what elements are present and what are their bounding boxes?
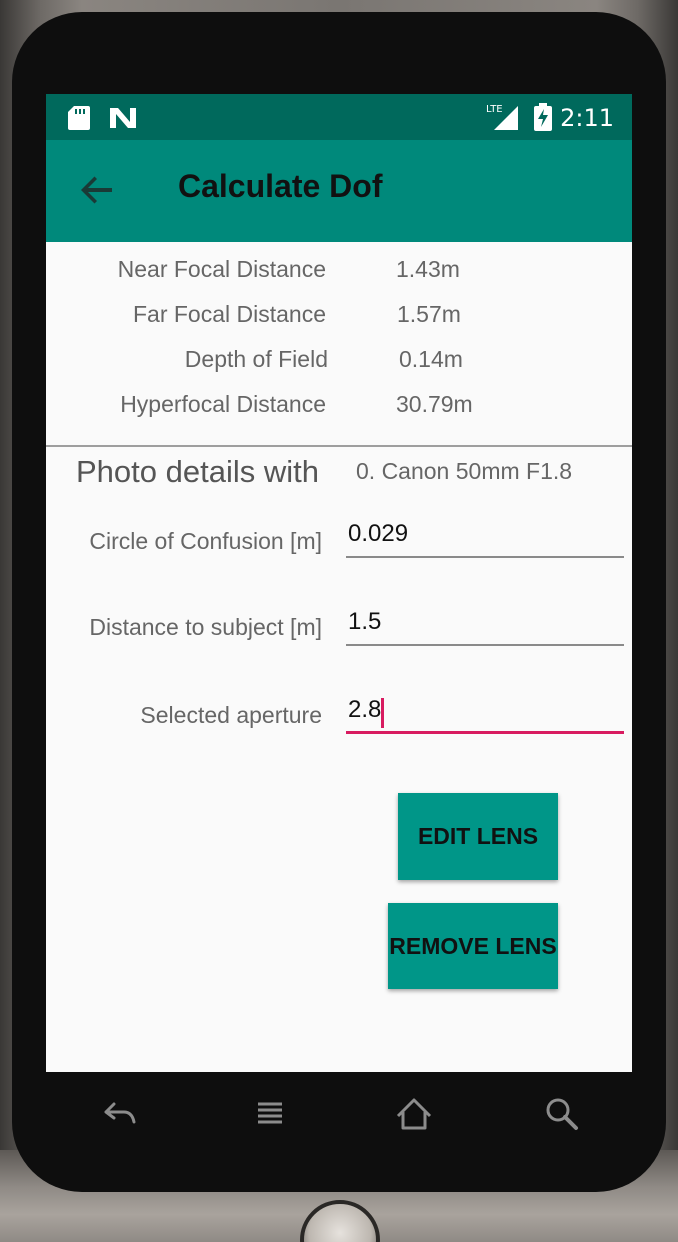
distance-input[interactable] <box>346 606 624 646</box>
search-icon[interactable] <box>540 1092 584 1136</box>
lte-signal-icon: LTE <box>486 102 522 137</box>
text-cursor <box>381 698 384 728</box>
status-time: 2:11 <box>560 104 614 132</box>
far-focal-value: 1.57m <box>397 301 461 327</box>
app-bar: Calculate Dof <box>46 140 632 242</box>
depth-of-field-label: Depth of Field <box>184 346 328 372</box>
battery-charging-icon <box>534 103 552 136</box>
page-title: Calculate Dof <box>178 168 383 204</box>
remove-lens-button[interactable]: REMOVE LENS <box>388 903 558 989</box>
section-divider <box>46 445 632 447</box>
coc-label: Circle of Confusion [m] <box>89 528 322 554</box>
near-focal-value: 1.43m <box>396 256 460 282</box>
depth-of-field-value: 0.14m <box>399 346 463 372</box>
back-icon[interactable] <box>96 1092 140 1136</box>
svg-text:LTE: LTE <box>486 104 503 115</box>
far-focal-label: Far Focal Distance <box>132 301 326 327</box>
edit-lens-button[interactable]: EDIT LENS <box>398 793 558 880</box>
n-notification-icon <box>108 106 138 135</box>
aperture-input[interactable] <box>346 694 624 734</box>
lens-name: 0. Canon 50mm F1.8 <box>356 458 573 484</box>
status-bar: LTE 2:11 <box>46 94 632 140</box>
coc-input[interactable] <box>346 518 624 558</box>
distance-label: Distance to subject [m] <box>89 614 322 640</box>
sd-card-icon <box>68 106 90 135</box>
photo-details-title: Photo details with <box>76 454 319 489</box>
aperture-label: Selected aperture <box>140 702 322 728</box>
menu-icon[interactable] <box>248 1092 292 1136</box>
navigation-bar <box>46 1072 632 1162</box>
near-focal-label: Near Focal Distance <box>117 256 326 282</box>
back-arrow-icon[interactable] <box>80 172 116 208</box>
app-screen: LTE 2:11 Calculate Dof Near Focal Distan… <box>46 94 632 1072</box>
hyperfocal-label: Hyperfocal Distance <box>120 391 326 417</box>
home-icon[interactable] <box>392 1092 436 1136</box>
hyperfocal-value: 30.79m <box>396 391 473 417</box>
